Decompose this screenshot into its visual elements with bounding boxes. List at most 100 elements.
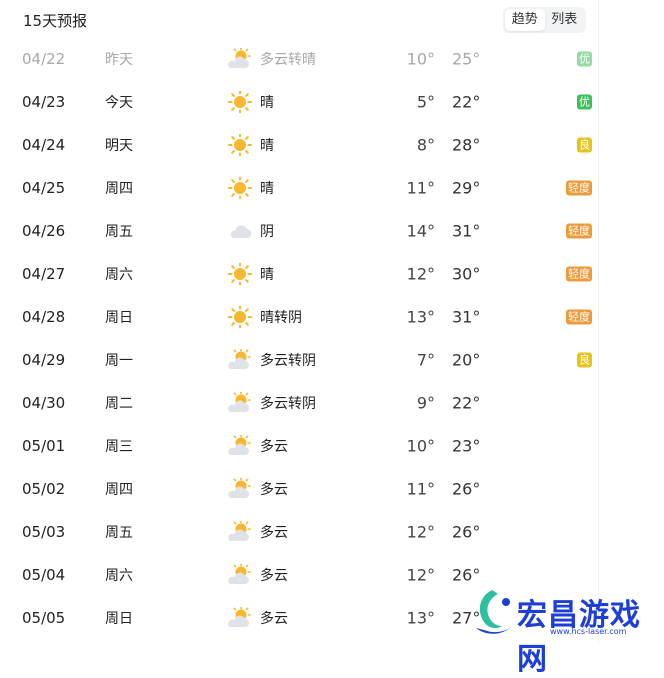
row-date: 05/04	[22, 565, 66, 584]
aqi-badge: 轻度	[566, 266, 592, 281]
forecast-row[interactable]: 04/29 周一 多云转阴 7° 20° 良	[5, 338, 598, 381]
row-high-temp: 22°	[452, 393, 481, 412]
partly-cloudy-icon	[227, 605, 253, 629]
row-condition: 多云转晴	[260, 51, 316, 68]
row-low-temp: 11°	[406, 479, 435, 498]
aqi-badge: 轻度	[566, 180, 592, 195]
row-condition: 多云	[260, 481, 288, 498]
row-day: 周五	[105, 524, 133, 541]
forecast-row[interactable]: 05/03 周五 多云 12° 26°	[5, 510, 598, 553]
row-date: 04/27	[22, 264, 66, 283]
watermark-url: www.hcs-laser.com	[550, 627, 627, 636]
row-low-temp: 7°	[416, 350, 435, 369]
row-date: 04/22	[22, 49, 66, 68]
row-day: 周日	[105, 610, 133, 627]
partly-cloudy-icon	[227, 562, 253, 586]
row-low-temp: 10°	[406, 436, 435, 455]
sun-icon	[227, 261, 253, 286]
row-high-temp: 23°	[452, 436, 481, 455]
row-high-temp: 22°	[452, 92, 481, 111]
tab-list[interactable]: 列表	[545, 9, 585, 31]
row-high-temp: 30°	[452, 264, 481, 283]
row-condition: 晴	[260, 266, 274, 283]
row-high-temp: 31°	[452, 221, 481, 240]
aqi-badge: 良	[577, 352, 592, 367]
partly-cloudy-icon	[227, 433, 253, 457]
row-day: 周二	[105, 395, 133, 412]
sun-icon	[227, 89, 253, 114]
row-day: 明天	[105, 137, 133, 154]
row-condition: 晴	[260, 137, 274, 154]
partly-cloudy-icon	[227, 46, 253, 70]
forecast-row[interactable]: 04/27 周六 晴 12° 30° 轻度	[5, 252, 598, 295]
forecast-row[interactable]: 04/23 今天 晴 5° 22° 优	[5, 80, 598, 123]
row-date: 04/29	[22, 350, 66, 369]
aqi-badge: 轻度	[566, 309, 592, 324]
forecast-row[interactable]: 05/01 周三 多云 10° 23°	[5, 424, 598, 467]
row-low-temp: 12°	[406, 565, 435, 584]
row-day: 周五	[105, 223, 133, 240]
row-condition: 多云	[260, 567, 288, 584]
row-day: 今天	[105, 94, 133, 111]
view-toggle: 趋势 列表	[503, 7, 586, 33]
aqi-badge: 良	[577, 137, 592, 152]
forecast-row[interactable]: 04/30 周二 多云转阴 9° 22°	[5, 381, 598, 424]
row-date: 05/02	[22, 479, 66, 498]
row-condition: 多云	[260, 524, 288, 541]
row-day: 周三	[105, 438, 133, 455]
forecast-row[interactable]: 04/26 周五 阴 14° 31° 轻度	[5, 209, 598, 252]
row-date: 04/26	[22, 221, 66, 240]
forecast-row[interactable]: 05/02 周四 多云 11° 26°	[5, 467, 598, 510]
forecast-row[interactable]: 04/22 昨天 多云转晴 10° 25° 优	[5, 37, 598, 80]
row-condition: 多云转阴	[260, 395, 316, 412]
row-condition: 多云	[260, 610, 288, 627]
row-day: 周一	[105, 352, 133, 369]
row-low-temp: 14°	[406, 221, 435, 240]
partly-cloudy-icon	[227, 347, 253, 371]
row-date: 05/03	[22, 522, 66, 541]
row-condition: 多云转阴	[260, 352, 316, 369]
tab-trend[interactable]: 趋势	[505, 9, 545, 31]
row-high-temp: 20°	[452, 350, 481, 369]
row-condition: 多云	[260, 438, 288, 455]
page-title: 15天预报	[23, 12, 88, 30]
cloud-icon	[227, 220, 253, 242]
row-high-temp: 31°	[452, 307, 481, 326]
row-day: 周六	[105, 567, 133, 584]
partly-cloudy-icon	[227, 476, 253, 500]
row-day: 昨天	[105, 51, 133, 68]
row-high-temp: 28°	[452, 135, 481, 154]
row-condition: 晴转阴	[260, 309, 302, 326]
aqi-badge: 优	[577, 94, 592, 109]
sun-icon	[227, 132, 253, 157]
row-low-temp: 13°	[406, 307, 435, 326]
row-high-temp: 26°	[452, 479, 481, 498]
row-day: 周四	[105, 481, 133, 498]
watermark-logo-icon	[476, 590, 512, 634]
row-date: 04/30	[22, 393, 66, 412]
row-condition: 晴	[260, 180, 274, 197]
row-high-temp: 29°	[452, 178, 481, 197]
row-condition: 晴	[260, 94, 274, 111]
row-low-temp: 12°	[406, 522, 435, 541]
row-date: 05/05	[22, 608, 66, 627]
row-low-temp: 5°	[416, 92, 435, 111]
row-low-temp: 9°	[416, 393, 435, 412]
row-low-temp: 12°	[406, 264, 435, 283]
row-low-temp: 8°	[416, 135, 435, 154]
partly-cloudy-icon	[227, 519, 253, 543]
row-date: 04/28	[22, 307, 66, 326]
row-low-temp: 11°	[406, 178, 435, 197]
forecast-row[interactable]: 04/28 周日 晴转阴 13° 31° 轻度	[5, 295, 598, 338]
forecast-row[interactable]: 04/25 周四 晴 11° 29° 轻度	[5, 166, 598, 209]
watermark: 宏昌游戏网 www.hcs-laser.com	[462, 580, 662, 677]
row-day: 周六	[105, 266, 133, 283]
row-date: 05/01	[22, 436, 66, 455]
forecast-row[interactable]: 04/24 明天 晴 8° 28° 良	[5, 123, 598, 166]
aqi-badge: 优	[577, 51, 592, 66]
row-date: 04/25	[22, 178, 66, 197]
row-low-temp: 13°	[406, 608, 435, 627]
row-high-temp: 25°	[452, 49, 481, 68]
sun-icon	[227, 175, 253, 200]
sun-icon	[227, 304, 253, 329]
